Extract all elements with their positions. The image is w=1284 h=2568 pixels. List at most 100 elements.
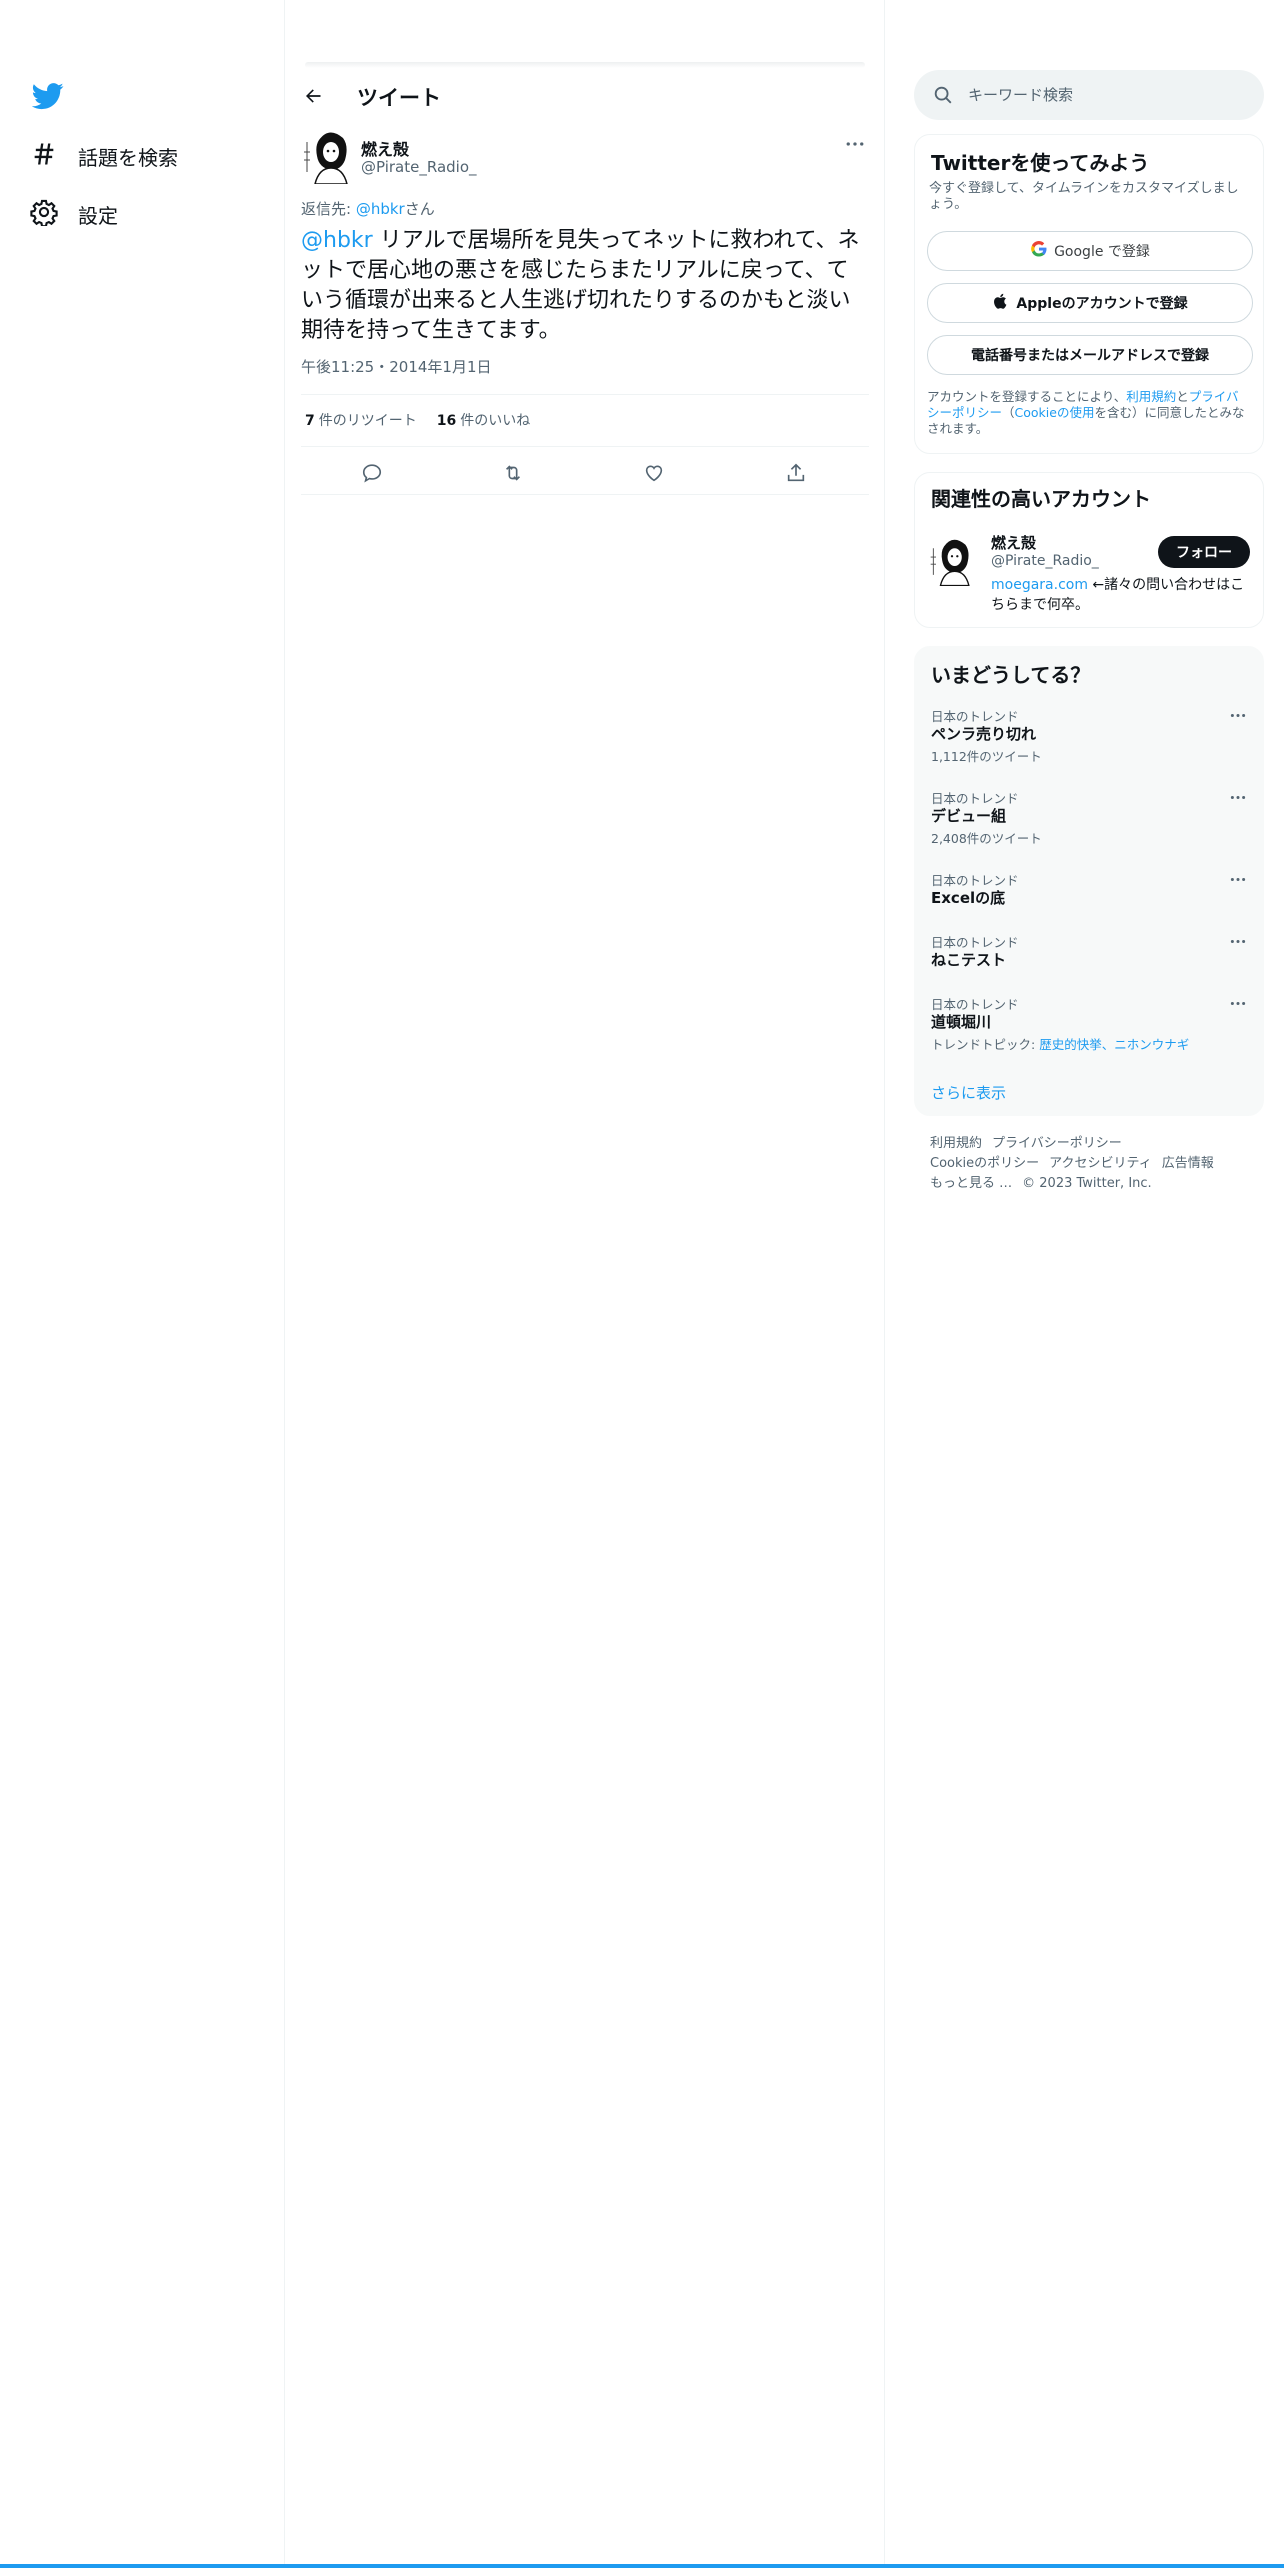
more-options-icon[interactable] xyxy=(840,132,870,156)
like-stat[interactable]: 16 件のいいね xyxy=(437,410,530,430)
terms-link[interactable]: 利用規約 xyxy=(1126,389,1176,404)
phone-email-signup-button[interactable]: 電話番号またはメールアドレスで登録 xyxy=(927,335,1253,375)
legal-text-2: と xyxy=(1176,389,1189,404)
trend-name: 道頓堀川 xyxy=(931,1013,992,1031)
more-options-icon[interactable] xyxy=(1226,932,1250,950)
like-count: 16 xyxy=(436,413,457,429)
retweet-stat[interactable]: 7 件のリツイート xyxy=(305,410,417,430)
google-icon xyxy=(1030,240,1054,262)
share-icon[interactable] xyxy=(781,458,811,488)
loading-bar xyxy=(305,62,865,68)
footer-terms[interactable]: 利用規約 xyxy=(930,1136,982,1151)
trend-name: Excelの底 xyxy=(931,889,1006,907)
trend-item[interactable]: 日本のトレンド Excelの底 xyxy=(914,870,1264,914)
related-bio: moegara.com ←諸々の問い合わせはこちらまで何卒。 xyxy=(991,575,1251,615)
search-box[interactable] xyxy=(914,70,1264,120)
footer: 利用規約 プライバシーポリシー Cookieのポリシー アクセシビリティ 広告情報 も… xyxy=(930,1134,1250,1194)
footer-privacy[interactable]: プライバシーポリシー xyxy=(992,1136,1122,1151)
gear-icon xyxy=(30,198,58,230)
footer-ads[interactable]: 広告情報 xyxy=(1162,1156,1214,1171)
tweet-timestamp[interactable]: 午後11:25・2014年1月1日 xyxy=(301,356,492,377)
trend-name: ねこテスト xyxy=(931,951,1007,969)
trend-topic-label: トレンドトピック: xyxy=(931,1037,1040,1052)
nav-explore[interactable]: 話題を検索 xyxy=(30,136,178,176)
reply-to-link[interactable]: @hbkr xyxy=(356,200,405,218)
show-more-link[interactable]: さらに表示 xyxy=(931,1082,1006,1103)
signup-legal: アカウントを登録することにより、利用規約とプライバシーポリシー（Cookieの使… xyxy=(927,389,1249,437)
search-input[interactable] xyxy=(968,86,1248,104)
follow-button[interactable]: フォロー xyxy=(1158,536,1250,568)
tweet-date: 2014年1月1日 xyxy=(389,358,492,376)
more-options-icon[interactable] xyxy=(1226,788,1250,806)
footer-more[interactable]: もっと見る … xyxy=(930,1176,1012,1191)
legal-text-3: （ xyxy=(1002,405,1015,420)
footer-accessibility[interactable]: アクセシビリティ xyxy=(1049,1156,1152,1171)
tweet-author-handle[interactable]: @Pirate_Radio_ xyxy=(361,158,477,176)
trend-count: 2,408件のツイート xyxy=(931,831,1042,846)
reply-to-prefix: 返信先: xyxy=(301,200,356,218)
trend-name: ペンラ売り切れ xyxy=(931,725,1037,743)
trend-topic-link[interactable]: 歴史的快挙、ニホンウナギ xyxy=(1039,1037,1189,1052)
divider xyxy=(301,494,869,495)
reply-to: 返信先: @hbkrさん xyxy=(301,198,435,219)
reply-to-suffix: さん xyxy=(404,200,435,218)
trend-item[interactable]: 日本のトレンド 道頓堀川 トレンドトピック: 歴史的快挙、ニホンウナギ xyxy=(914,994,1264,1054)
related-title: 関連性の高いアカウント xyxy=(931,487,1151,511)
timestamp-separator: ・ xyxy=(374,358,390,376)
nav-explore-label: 話題を検索 xyxy=(78,145,178,170)
apple-signup-label: Appleのアカウントで登録 xyxy=(1016,296,1188,312)
google-signup-label: Google で登録 xyxy=(1054,244,1150,260)
trend-item[interactable]: 日本のトレンド ねこテスト xyxy=(914,932,1264,976)
retweet-count: 7 xyxy=(305,413,315,429)
tweet-author-name[interactable]: 燃え殻 xyxy=(361,136,409,160)
bottom-bar xyxy=(0,2564,1284,2568)
trend-topic: トレンドトピック: 歴史的快挙、ニホンウナギ xyxy=(931,1034,1189,1053)
search-icon xyxy=(932,84,954,106)
tweet-text: @hbkr リアルで居場所を見失ってネットに救われて、ネットで居心地の悪さを感じ… xyxy=(301,226,869,346)
left-sidebar: 話題を検索 設定 xyxy=(0,0,285,2568)
trend-item[interactable]: 日本のトレンド ペンラ売り切れ 1,112件のツイート xyxy=(914,706,1264,766)
tweet-header: ツイート xyxy=(285,72,885,120)
nav-settings[interactable]: 設定 xyxy=(30,194,118,234)
bio-link[interactable]: moegara.com xyxy=(991,577,1088,593)
reply-icon[interactable] xyxy=(357,458,387,488)
more-options-icon[interactable] xyxy=(1226,994,1250,1012)
retweet-icon[interactable] xyxy=(498,458,528,488)
trend-count: 1,112件のツイート xyxy=(931,749,1042,764)
back-arrow-icon[interactable] xyxy=(299,82,327,110)
legal-text-1: アカウントを登録することにより、 xyxy=(927,389,1127,404)
phone-email-signup-label: 電話番号またはメールアドレスで登録 xyxy=(971,348,1209,364)
signup-subtitle: 今すぐ登録して、タイムラインをカスタマイズしましょう。 xyxy=(929,181,1239,212)
footer-copyright: © 2023 Twitter, Inc. xyxy=(1022,1176,1152,1191)
apple-signup-button[interactable]: Appleのアカウントで登録 xyxy=(927,283,1253,323)
page-title: ツイート xyxy=(357,86,441,110)
divider xyxy=(301,446,869,447)
nav-settings-label: 設定 xyxy=(78,203,118,228)
related-handle[interactable]: @Pirate_Radio_ xyxy=(991,553,1099,569)
signup-card: Twitterを使ってみよう 今すぐ登録して、タイムラインをカスタマイズしましょ… xyxy=(914,134,1264,454)
twitter-logo-icon[interactable] xyxy=(31,80,64,112)
like-label: 件のいいね xyxy=(460,413,531,429)
footer-cookie[interactable]: Cookieのポリシー xyxy=(930,1156,1039,1171)
avatar[interactable] xyxy=(301,122,355,185)
tweet-actions xyxy=(301,454,869,490)
trend-item[interactable]: 日本のトレンド デビュー組 2,408件のツイート xyxy=(914,788,1264,848)
main-column: ツイート 燃え殻 @Pirate_Radio_ 返信先: @hbkrさん @hb… xyxy=(285,0,885,2568)
cookie-link[interactable]: Cookieの使用 xyxy=(1015,405,1095,420)
page: 話題を検索 設定 ツイート 燃え殻 @Pirate_Radio_ 返信先: @h… xyxy=(0,0,1284,2568)
like-icon[interactable] xyxy=(639,458,669,488)
retweet-label: 件のリツイート xyxy=(318,413,417,429)
signup-title: Twitterを使ってみよう xyxy=(931,151,1150,175)
more-options-icon[interactable] xyxy=(1226,706,1250,724)
related-name[interactable]: 燃え殻 xyxy=(991,532,1036,553)
tweet-stats: 7 件のリツイート 16 件のいいね xyxy=(305,410,530,430)
tweet-time: 午後11:25 xyxy=(301,358,375,376)
tweet-mention[interactable]: @hbkr xyxy=(301,228,373,253)
google-signup-button[interactable]: Google で登録 xyxy=(927,231,1253,271)
tweet-body: リアルで居場所を見失ってネットに救われて、ネットで居心地の悪さを感じたらまたリア… xyxy=(301,228,860,343)
hashtag-icon xyxy=(30,140,58,172)
related-avatar[interactable] xyxy=(928,530,976,587)
more-options-icon[interactable] xyxy=(1226,870,1250,888)
trend-name: デビュー組 xyxy=(931,807,1007,825)
apple-icon xyxy=(992,292,1016,314)
